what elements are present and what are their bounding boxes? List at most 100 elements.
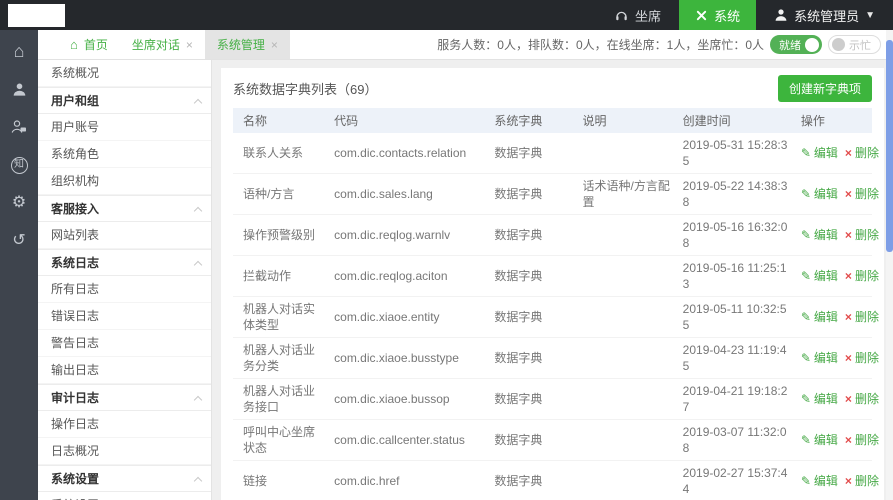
edit-link[interactable]: ✎ 编辑 [801, 392, 838, 406]
dict-name-link[interactable]: 联系人关系 [233, 133, 331, 174]
edit-link[interactable]: ✎ 编辑 [801, 269, 838, 283]
dict-name-link[interactable]: 机器人对话业务分类 [233, 337, 331, 379]
create-dict-button[interactable]: 创建新字典项 [777, 75, 872, 102]
pencil-icon: ✎ [800, 351, 811, 365]
settings-icon[interactable]: ⚙ [0, 184, 38, 222]
menu-item-日志概况[interactable]: 日志概况 [38, 438, 211, 465]
menu-item-所有日志[interactable]: 所有日志 [38, 276, 211, 303]
delete-label: 删除 [854, 433, 879, 447]
system-nav-button[interactable]: 系统 [679, 0, 757, 30]
section-chevron-icon [193, 395, 203, 404]
edit-link[interactable]: ✎ 编辑 [801, 310, 838, 324]
col-header-desc[interactable]: 说明 [578, 108, 679, 133]
col-header-dict[interactable]: 系统字典 [490, 108, 579, 133]
delete-x-icon: × [844, 146, 852, 160]
edit-label: 编辑 [813, 187, 838, 201]
busy-toggle-label: 示忙 [849, 39, 871, 52]
menu-item-网站列表[interactable]: 网站列表 [38, 222, 211, 249]
menu-item-组织机构[interactable]: 组织机构 [38, 168, 211, 195]
busy-toggle[interactable]: 示忙 [828, 35, 881, 54]
dict-name-link[interactable]: 拦截动作 [233, 255, 331, 297]
menu-section-系统日志[interactable]: 系统日志 [38, 249, 211, 276]
edit-link[interactable]: ✎ 编辑 [801, 433, 838, 447]
admin-menu-button[interactable]: 系统管理员 ▼ [756, 0, 893, 30]
user-group-icon[interactable] [0, 108, 38, 146]
menu-label: 用户和组 [51, 93, 100, 108]
table-row: 链接 com.dic.href 数据字典 2019-02-27 15:37:44 ✎ 编辑… [233, 460, 879, 500]
menu-item-用户账号[interactable]: 用户账号 [38, 114, 211, 141]
menu-label: 所有日志 [51, 282, 100, 296]
ready-toggle[interactable]: 就绪 [770, 35, 822, 54]
col-header-code[interactable]: 代码 [330, 108, 491, 133]
col-header-created[interactable]: 创建时间 [678, 108, 797, 133]
menu-item-错误日志[interactable]: 错误日志 [38, 303, 211, 330]
toggle-knob [805, 37, 819, 52]
menu-section-系统设置[interactable]: 系统设置 [38, 465, 211, 492]
menu-label: 系统日志 [51, 255, 100, 270]
dict-name-link[interactable]: 机器人对话实体类型 [233, 296, 331, 338]
user-icon [774, 8, 788, 22]
delete-link[interactable]: × 删除 [845, 228, 879, 242]
pencil-icon: ✎ [800, 269, 811, 283]
menu-label: 审计日志 [51, 390, 100, 405]
delete-link[interactable]: × 删除 [845, 187, 879, 201]
edit-link[interactable]: ✎ 编辑 [801, 228, 838, 242]
delete-link[interactable]: × 删除 [845, 474, 879, 488]
delete-link[interactable]: × 删除 [845, 269, 879, 283]
tabbar: ⌂ 首页 坐席对话 × 系统管理 × 服务人数：0人，排队数：0人，在线坐席：1人，坐席忙… [38, 30, 893, 60]
dict-name-link[interactable]: 链接 [233, 460, 331, 500]
edit-link[interactable]: ✎ 编辑 [801, 474, 838, 488]
edit-label: 编辑 [813, 392, 838, 406]
vertical-scrollbar[interactable] [886, 30, 893, 500]
col-header-name[interactable]: 名称 [233, 108, 331, 133]
delete-link[interactable]: × 删除 [845, 433, 879, 447]
dict-name-link[interactable]: 机器人对话业务接口 [233, 378, 331, 420]
menu-section-客服接入[interactable]: 客服接入 [38, 195, 211, 222]
dict-code-cell: com.dic.xiaoe.bussop [330, 378, 491, 420]
delete-link[interactable]: × 删除 [845, 146, 879, 160]
ops-cell: ✎ 编辑 × 删除 [796, 419, 879, 461]
menu-section-审计日志[interactable]: 审计日志 [38, 384, 211, 411]
scrollbar-thumb[interactable] [886, 40, 893, 252]
edit-link[interactable]: ✎ 编辑 [801, 146, 838, 160]
delete-label: 删除 [854, 228, 879, 242]
history-icon[interactable]: ↺ [0, 222, 38, 260]
section-chevron-icon [193, 260, 203, 269]
menu-item-系统概况[interactable]: 系统概况 [38, 60, 211, 87]
menu-label: 系统角色 [51, 147, 100, 161]
menu-item-系统设置[interactable]: 系统设置 [38, 492, 211, 500]
menu-item-输出日志[interactable]: 输出日志 [38, 357, 211, 384]
tab-agent-chat[interactable]: 坐席对话 × [120, 30, 205, 59]
delete-link[interactable]: × 删除 [845, 351, 879, 365]
menu-label: 系统概况 [51, 66, 100, 80]
dict-name-link[interactable]: 呼叫中心坐席状态 [233, 419, 331, 461]
edit-link[interactable]: ✎ 编辑 [801, 351, 838, 365]
dict-created-cell: 2019-04-21 19:18:27 [678, 378, 797, 420]
menu-label: 系统设置 [51, 471, 100, 486]
close-icon[interactable]: × [271, 38, 278, 52]
ready-toggle-label: 就绪 [779, 39, 801, 52]
home-icon[interactable]: ⌂ [0, 32, 38, 70]
delete-link[interactable]: × 删除 [845, 392, 879, 406]
delete-link[interactable]: × 删除 [845, 310, 879, 324]
knowledge-icon[interactable]: 知 [0, 146, 38, 184]
user-icon[interactable] [0, 70, 38, 108]
agent-nav-button[interactable]: 坐席 [596, 0, 679, 30]
chevron-down-icon: ▼ [865, 9, 875, 21]
dict-name-link[interactable]: 语种/方言 [233, 173, 331, 215]
dict-name-link[interactable]: 操作预警级别 [233, 214, 331, 256]
close-icon[interactable]: × [186, 38, 193, 52]
menu-item-警告日志[interactable]: 警告日志 [38, 330, 211, 357]
tab-home[interactable]: ⌂ 首页 [58, 30, 120, 59]
delete-label: 删除 [854, 146, 879, 160]
dict-code-cell: com.dic.xiaoe.entity [330, 296, 491, 338]
menu-item-操作日志[interactable]: 操作日志 [38, 411, 211, 438]
menu-section-用户和组[interactable]: 用户和组 [38, 87, 211, 114]
menu-label: 系统设置 [51, 492, 99, 500]
menu-item-系统角色[interactable]: 系统角色 [38, 141, 211, 168]
dict-code-cell: com.dic.reqlog.warnlv [330, 214, 491, 256]
dict-type-cell: 数据字典 [490, 337, 579, 379]
tab-system-admin[interactable]: 系统管理 × [204, 30, 290, 59]
edit-link[interactable]: ✎ 编辑 [801, 187, 838, 201]
statusbar: 服务人数：0人，排队数：0人，在线坐席：1人，坐席忙：0人 就绪 示忙 [437, 30, 893, 59]
